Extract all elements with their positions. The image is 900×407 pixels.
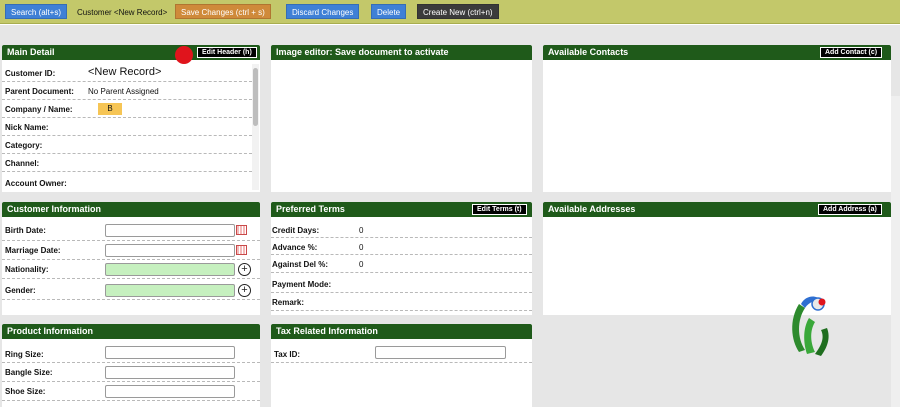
edit-terms-button[interactable]: Edit Terms (t) xyxy=(472,204,527,215)
main-detail-list: Customer ID: <New Record> Parent Documen… xyxy=(2,64,252,192)
field-category: Category: xyxy=(2,136,252,154)
gender-select[interactable] xyxy=(105,284,235,297)
tax-info-panel: Tax Related Information Tax ID: xyxy=(271,324,532,407)
product-info-panel: Product Information Ring Size: Bangle Si… xyxy=(2,324,260,407)
remark-label: Remark: xyxy=(272,298,305,307)
main-detail-panel: Main Detail Edit Header (h) Customer ID:… xyxy=(2,45,260,192)
addresses-panel: Available Addresses Add Address (a) xyxy=(543,202,891,315)
parent-document-label: Parent Document: xyxy=(5,87,74,96)
field-nationality: Nationality: + xyxy=(2,260,260,279)
channel-label: Channel: xyxy=(5,159,40,168)
field-credit-days: Credit Days: 0 xyxy=(271,221,532,238)
field-remark: Remark: xyxy=(271,293,532,311)
product-info-header: Product Information xyxy=(2,324,260,339)
marriage-date-label: Marriage Date: xyxy=(5,246,61,255)
nationality-label: Nationality: xyxy=(5,265,49,274)
ring-size-label: Ring Size: xyxy=(5,350,44,359)
record-title: Customer <New Record> xyxy=(77,8,168,17)
field-birth-date: Birth Date: xyxy=(2,221,260,241)
birth-date-label: Birth Date: xyxy=(5,226,46,235)
advance-label: Advance %: xyxy=(272,243,318,252)
customer-info-panel: Customer Information Birth Date: Marriag… xyxy=(2,202,260,315)
against-del-label: Against Del %: xyxy=(272,260,329,269)
preferred-terms-panel: Preferred Terms Edit Terms (t) Credit Da… xyxy=(271,202,532,315)
account-owner-label: Account Owner: xyxy=(5,179,67,188)
nick-name-label: Nick Name: xyxy=(5,123,49,132)
addresses-title: Available Addresses xyxy=(548,204,636,214)
image-editor-header: Image editor: Save document to activate xyxy=(271,45,532,60)
preferred-terms-title: Preferred Terms xyxy=(276,204,345,214)
field-channel: Channel: xyxy=(2,154,252,172)
toolbar: Search (alt+s) Customer <New Record> Sav… xyxy=(0,0,900,24)
customer-info-header: Customer Information xyxy=(2,202,260,217)
plus-circle-icon[interactable]: + xyxy=(238,284,251,297)
field-marriage-date: Marriage Date: xyxy=(2,241,260,260)
shoe-size-input[interactable] xyxy=(105,385,235,398)
tax-id-input[interactable] xyxy=(375,346,506,359)
field-shoe-size: Shoe Size: xyxy=(2,382,260,401)
field-against-del: Against Del %: 0 xyxy=(271,255,532,273)
ring-size-input[interactable] xyxy=(105,346,235,359)
field-advance: Advance %: 0 xyxy=(271,238,532,255)
customer-id-label: Customer ID: xyxy=(5,69,56,78)
field-payment-mode: Payment Mode: xyxy=(271,273,532,293)
field-tax-id: Tax ID: xyxy=(271,343,532,363)
tax-info-title: Tax Related Information xyxy=(276,326,378,336)
save-changes-button[interactable]: Save Changes (ctrl + s) xyxy=(175,4,271,19)
field-account-owner: Account Owner: xyxy=(2,172,252,190)
company-name-value[interactable]: B xyxy=(98,103,122,115)
field-company-name: Company / Name: B xyxy=(2,100,252,118)
search-button[interactable]: Search (alt+s) xyxy=(5,4,68,19)
against-del-value: 0 xyxy=(359,260,364,269)
add-contact-button[interactable]: Add Contact (c) xyxy=(820,47,883,58)
calendar-icon[interactable] xyxy=(236,225,247,235)
field-bangle-size: Bangle Size: xyxy=(2,363,260,382)
advance-value: 0 xyxy=(359,243,364,252)
image-editor-panel: Image editor: Save document to activate xyxy=(271,45,532,192)
product-info-title: Product Information xyxy=(7,326,93,336)
page-edge xyxy=(891,96,900,407)
plus-circle-icon[interactable]: + xyxy=(238,263,251,276)
field-customer-id: Customer ID: <New Record> xyxy=(2,64,252,82)
customer-info-title: Customer Information xyxy=(7,204,102,214)
tax-info-header: Tax Related Information xyxy=(271,324,532,339)
bangle-size-label: Bangle Size: xyxy=(5,368,53,377)
shoe-size-label: Shoe Size: xyxy=(5,387,46,396)
delete-button[interactable]: Delete xyxy=(371,4,407,19)
scrollbar-thumb[interactable] xyxy=(253,68,258,126)
create-new-button[interactable]: Create New (ctrl+n) xyxy=(417,4,499,19)
brand-logo xyxy=(792,296,829,356)
field-parent-document: Parent Document: No Parent Assigned xyxy=(2,82,252,100)
main-detail-scrollbar[interactable] xyxy=(252,64,259,190)
image-editor-title: Image editor: Save document to activate xyxy=(276,47,449,57)
field-nick-name: Nick Name: xyxy=(2,118,252,136)
marriage-date-input[interactable] xyxy=(105,244,235,257)
bangle-size-input[interactable] xyxy=(105,366,235,379)
add-address-button[interactable]: Add Address (a) xyxy=(818,204,882,215)
cursor-marker xyxy=(175,46,193,64)
nationality-select[interactable] xyxy=(105,263,235,276)
discard-changes-button[interactable]: Discard Changes xyxy=(286,4,360,19)
customer-id-value: <New Record> xyxy=(88,66,162,78)
payment-mode-label: Payment Mode: xyxy=(272,280,332,289)
main-detail-title: Main Detail xyxy=(7,47,55,57)
contacts-panel: Available Contacts Add Contact (c) xyxy=(543,45,891,192)
calendar-icon[interactable] xyxy=(236,245,247,255)
field-ring-size: Ring Size: xyxy=(2,343,260,363)
field-gender: Gender: + xyxy=(2,279,260,300)
category-label: Category: xyxy=(5,141,43,150)
contacts-title: Available Contacts xyxy=(548,47,629,57)
gender-label: Gender: xyxy=(5,286,36,295)
parent-document-value: No Parent Assigned xyxy=(88,87,159,96)
edit-header-button[interactable]: Edit Header (h) xyxy=(197,47,257,58)
tax-id-label: Tax ID: xyxy=(274,350,301,359)
credit-days-label: Credit Days: xyxy=(272,226,320,235)
company-name-label: Company / Name: xyxy=(5,105,73,114)
birth-date-input[interactable] xyxy=(105,224,235,237)
credit-days-value: 0 xyxy=(359,226,364,235)
